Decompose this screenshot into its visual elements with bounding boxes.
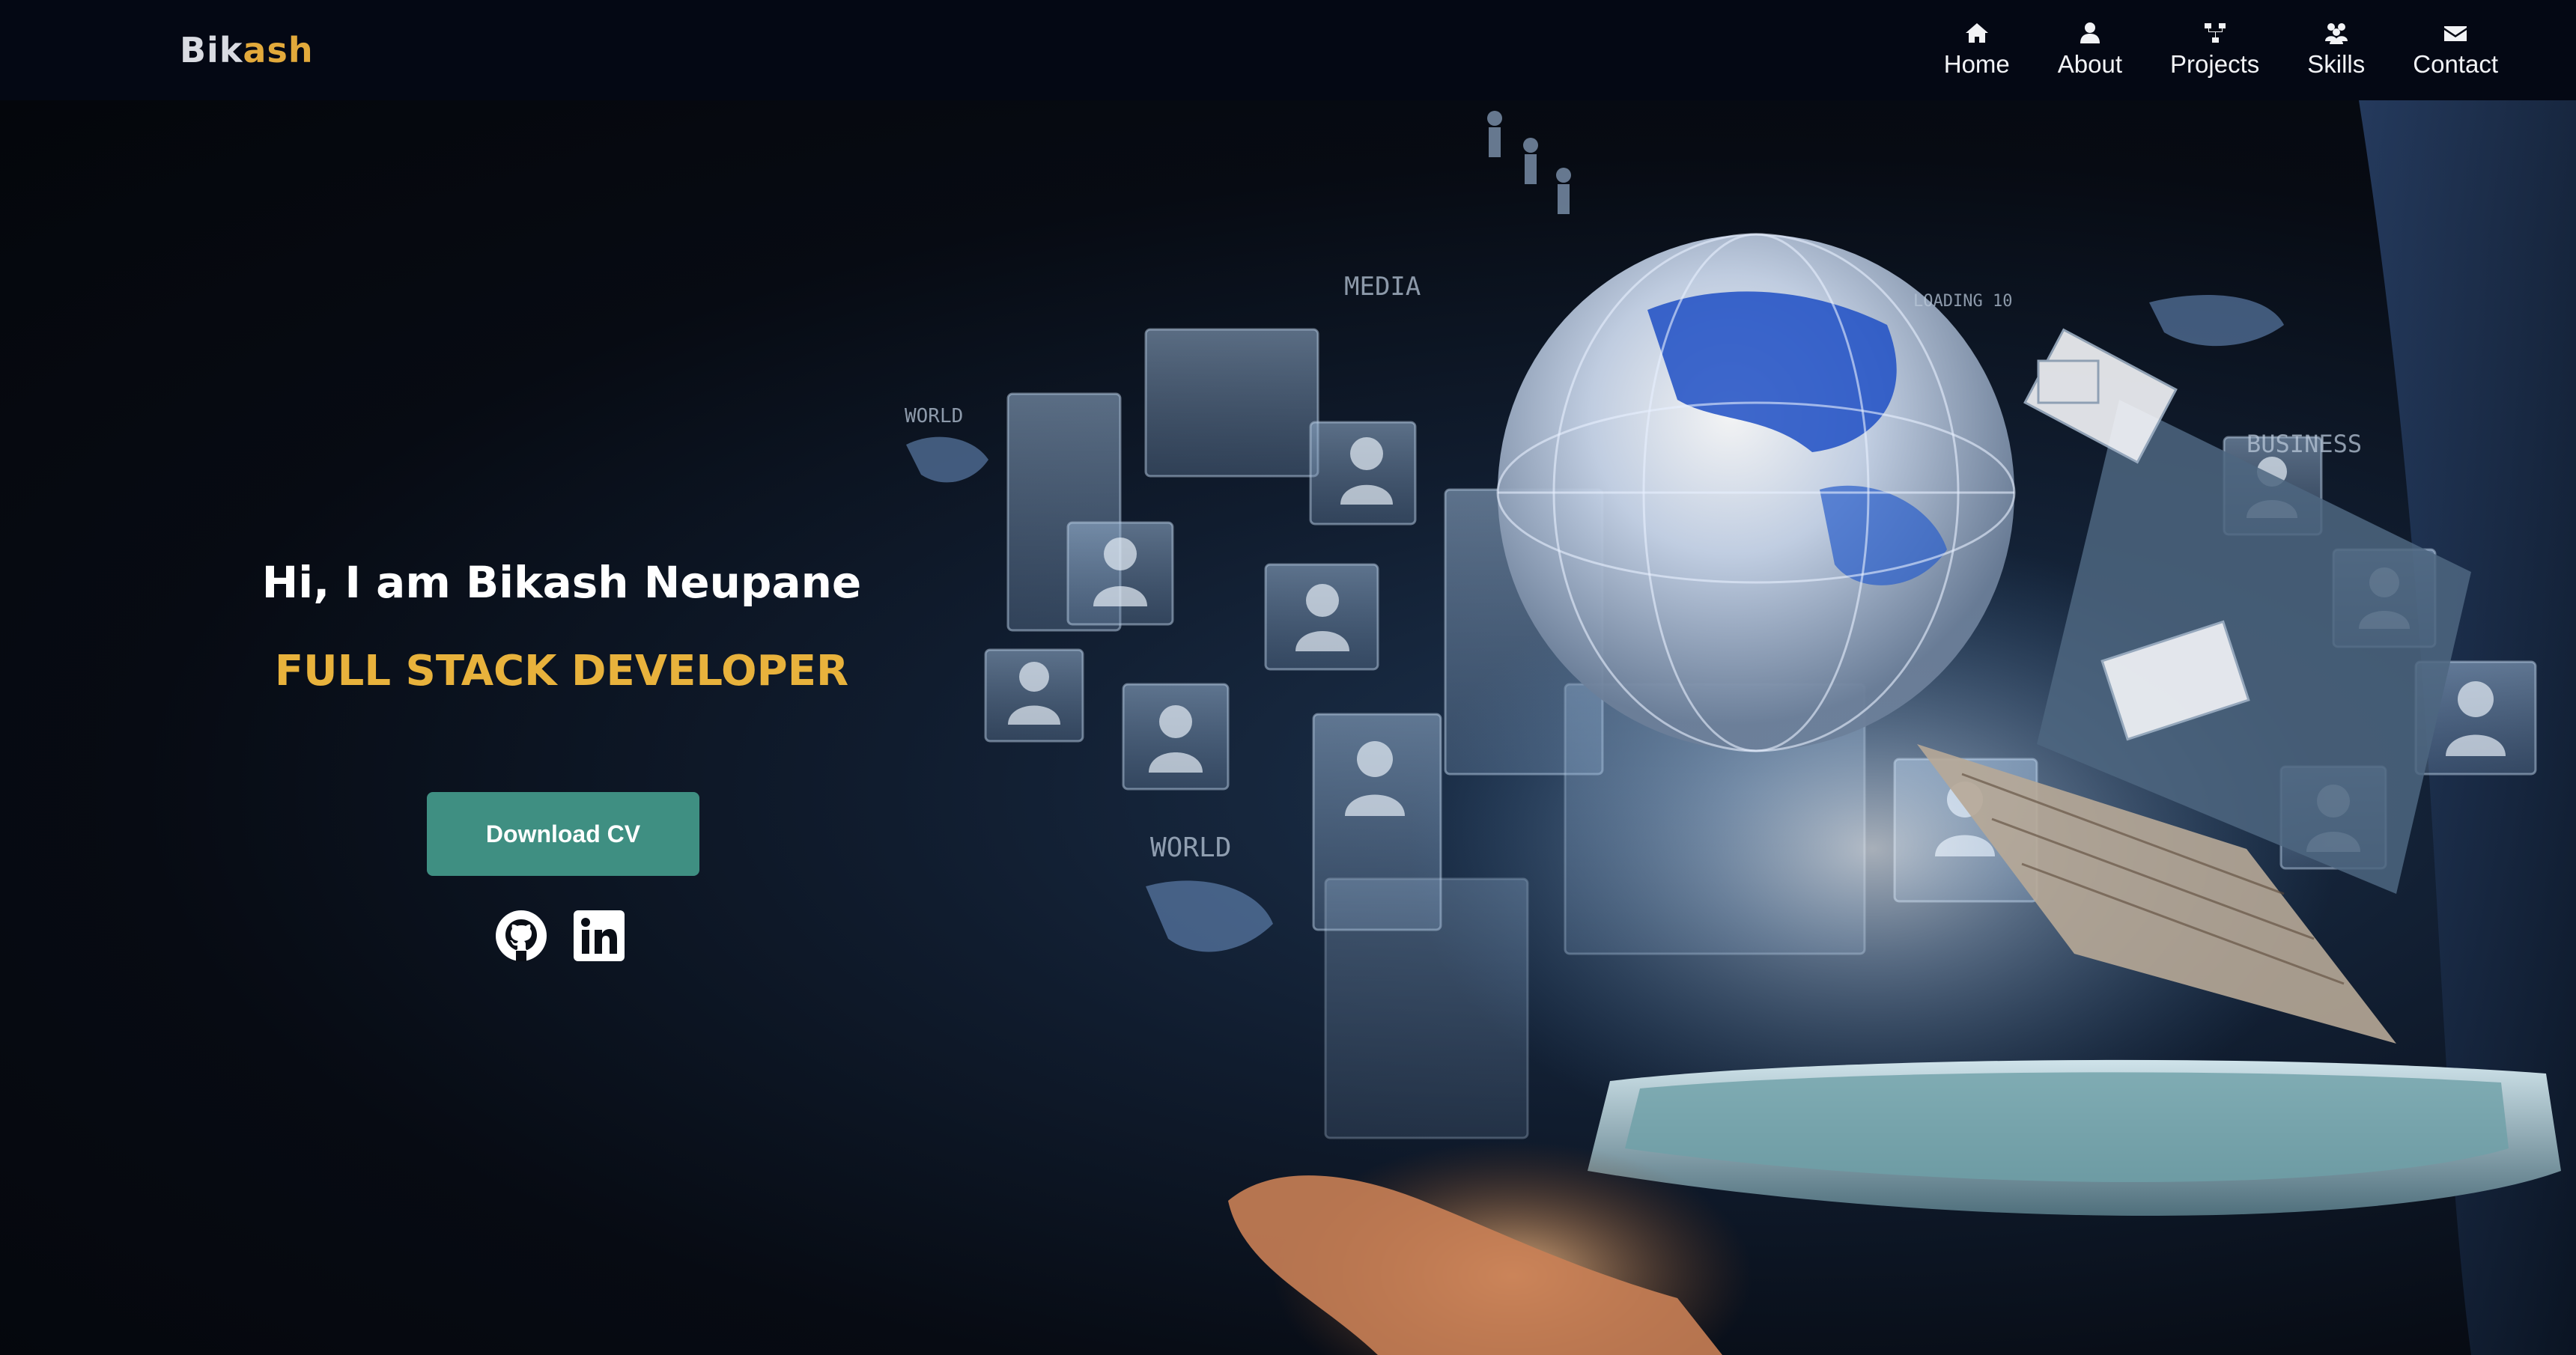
nav-label: Projects bbox=[2170, 50, 2260, 78]
brand-prefix: Bik bbox=[180, 30, 243, 70]
nav-item-skills[interactable]: Skills bbox=[2307, 0, 2365, 100]
nav-label: Home bbox=[1943, 50, 2010, 78]
main-nav: Home About Projects Skills Contact bbox=[1896, 0, 2498, 100]
people-figures bbox=[1487, 111, 1571, 214]
home-icon bbox=[1965, 23, 1988, 43]
sitemap-icon bbox=[2204, 23, 2226, 43]
envelope-icon bbox=[2444, 26, 2467, 41]
globe bbox=[1496, 233, 2016, 752]
people-icon bbox=[2324, 23, 2348, 44]
github-link[interactable] bbox=[494, 909, 548, 963]
brand-accent: ash bbox=[243, 30, 314, 70]
hero-intro: Hi, I am Bikash Neupane FULL STACK DEVEL… bbox=[210, 100, 914, 1355]
user-icon bbox=[2080, 22, 2100, 43]
nav-label: Skills bbox=[2307, 50, 2366, 78]
nav-item-contact[interactable]: Contact bbox=[2413, 0, 2498, 100]
linkedin-link[interactable] bbox=[572, 909, 626, 963]
nav-label: About bbox=[2057, 50, 2123, 78]
nav-item-home[interactable]: Home bbox=[1944, 0, 2010, 100]
nav-item-about[interactable]: About bbox=[2058, 0, 2122, 100]
hero-greeting: Hi, I am Bikash Neupane bbox=[261, 557, 862, 608]
download-cv-button[interactable]: Download CV bbox=[427, 792, 699, 876]
nav-label: Contact bbox=[2413, 50, 2498, 78]
word-label-media: MEDIA bbox=[1344, 272, 1421, 302]
nav-item-projects[interactable]: Projects bbox=[2170, 0, 2259, 100]
github-icon bbox=[496, 910, 547, 961]
linkedin-icon bbox=[574, 910, 625, 961]
word-label-world-2: WORLD bbox=[1150, 832, 1231, 863]
hero-role: FULL STACK DEVELOPER bbox=[274, 647, 849, 695]
portfolio-page: Bikash Home About Projects Skills Contac… bbox=[0, 0, 2576, 1355]
brand-logo[interactable]: Bikash bbox=[180, 30, 314, 70]
word-label-business: BUSINESS bbox=[2247, 430, 2362, 458]
hero-section: WORLD MEDIA LOADING 10 BUSINESS WORLD Hi… bbox=[0, 100, 2576, 1355]
word-label-loading: LOADING 10 bbox=[1913, 292, 2012, 311]
social-links bbox=[494, 909, 650, 963]
navbar: Bikash Home About Projects Skills Contac… bbox=[0, 0, 2576, 100]
tablet bbox=[1588, 1059, 2561, 1216]
